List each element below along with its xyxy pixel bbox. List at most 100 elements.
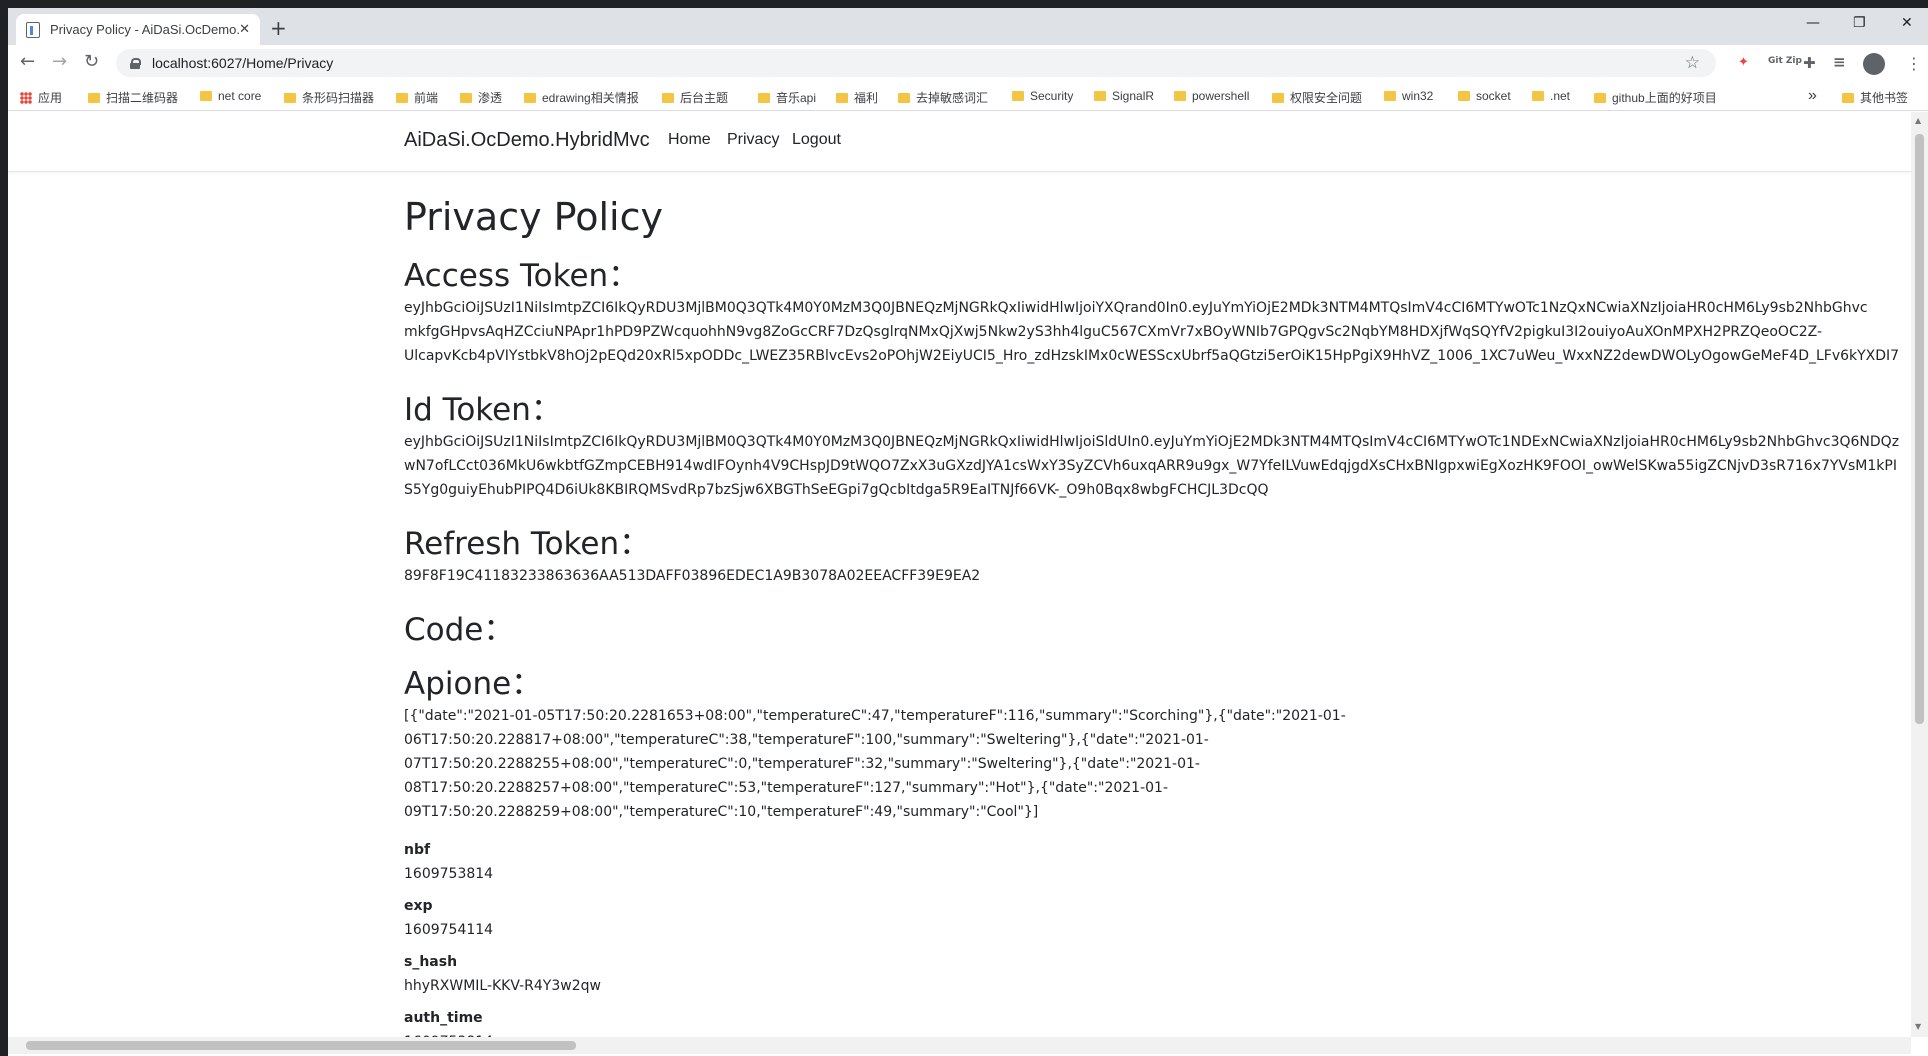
browser-toolbar: ← → ↻ localhost:6027/Home/Privacy ☆ ✦ Gi… (8, 45, 1928, 83)
url-text[interactable]: localhost:6027/Home/Privacy (152, 55, 333, 71)
vertical-scrollbar[interactable]: ▲ ▼ (1911, 112, 1928, 1037)
extension-icon[interactable]: ✦ (1738, 55, 1749, 70)
scroll-up-arrow-icon[interactable]: ▲ (1915, 116, 1921, 125)
tab-bar: Privacy Policy - AiDaSi.OcDemo.H ✕ + — ❐… (8, 8, 1928, 45)
refresh-token-heading: Refresh Token： (404, 526, 651, 562)
apps-grid-icon (20, 91, 32, 104)
git-zip-extension-icon[interactable]: Git Zip (1768, 57, 1802, 66)
bookmark-item[interactable]: 去掉敏感词汇 (898, 89, 988, 106)
tab-privacy-policy[interactable]: Privacy Policy - AiDaSi.OcDemo.H ✕ (16, 14, 260, 45)
close-window-button[interactable]: ✕ (1901, 16, 1913, 30)
folder-icon (1384, 91, 1396, 101)
folder-icon (1532, 91, 1544, 101)
puzzle-icon[interactable]: ✚ (1803, 54, 1816, 72)
id-token-heading: Id Token： (404, 392, 562, 428)
site-navbar: AiDaSi.OcDemo.HybridMvc Home Privacy Log… (8, 112, 1911, 172)
bookmark-item[interactable]: net core (200, 89, 261, 103)
bookmark-item[interactable]: edrawing相关情报 (524, 89, 639, 106)
horizontal-scroll-thumb[interactable] (26, 1041, 576, 1050)
bookmarks-bar: 应用 扫描二维码器 net core 条形码扫描器 前端 渗透 edrawing… (8, 83, 1928, 111)
page-viewport: AiDaSi.OcDemo.HybridMvc Home Privacy Log… (8, 112, 1911, 1037)
bookmark-item[interactable]: .net (1532, 89, 1570, 103)
bookmark-item[interactable]: Security (1012, 89, 1073, 103)
folder-icon (1842, 92, 1854, 103)
access-token-line: eyJhbGciOiJSUzI1NiIsImtpZCI6IkQyRDU3MjlB… (404, 300, 1868, 316)
address-bar[interactable]: localhost:6027/Home/Privacy ☆ (116, 49, 1716, 77)
folder-icon (1458, 91, 1470, 101)
claim-key-exp: exp (404, 898, 433, 914)
bookmark-item[interactable]: SignalR (1094, 89, 1154, 103)
folder-icon (836, 92, 848, 103)
nav-privacy-link[interactable]: Privacy (727, 131, 779, 149)
bookmark-item[interactable]: 前端 (396, 89, 438, 106)
folder-icon (524, 92, 536, 103)
folder-icon (284, 92, 296, 103)
forward-arrow-icon[interactable]: → (52, 53, 67, 71)
lock-icon[interactable] (130, 57, 141, 69)
apione-heading: Apione： (404, 666, 543, 702)
claim-key-auth-time: auth_time (404, 1010, 483, 1026)
id-token-line: S5Yg0guiyEhubPIPQ4D6iUk8KBIRQMSvdRp7bzSj… (404, 482, 1269, 498)
folder-icon (460, 92, 472, 103)
reload-icon[interactable]: ↻ (84, 53, 99, 71)
bookmark-item[interactable]: 音乐api (758, 89, 816, 106)
apione-json-line: 09T17:50:20.2288259+08:00","temperatureC… (404, 804, 1039, 820)
bookmarks-overflow-button[interactable]: » (1808, 87, 1817, 105)
profile-icon[interactable] (1863, 53, 1885, 75)
claim-value-exp: 1609754114 (404, 922, 494, 938)
nav-logout-link[interactable]: Logout (792, 131, 841, 149)
bookmark-item[interactable]: github上面的好项目 (1594, 89, 1717, 106)
id-token-line: wN7ofLCct036MkU6wkbtfGZmpCEBH914wdIFOynh… (404, 458, 1897, 474)
scroll-down-arrow-icon[interactable]: ▼ (1915, 1022, 1921, 1031)
minimize-button[interactable]: — (1806, 16, 1820, 30)
restore-button[interactable]: ❐ (1853, 16, 1866, 30)
apione-json-line: 07T17:50:20.2288255+08:00","temperatureC… (404, 756, 1200, 772)
back-arrow-icon[interactable]: ← (20, 53, 35, 71)
folder-icon (1594, 92, 1606, 103)
bookmark-item[interactable]: 渗透 (460, 89, 502, 106)
other-bookmarks[interactable]: 其他书签 (1842, 89, 1908, 106)
bookmark-item[interactable]: 权限安全问题 (1272, 89, 1362, 106)
claim-value-s-hash: hhyRXWMIL-KKV-R4Y3w2qw (404, 978, 601, 994)
claim-value-nbf: 1609753814 (404, 866, 494, 882)
folder-icon (88, 92, 100, 103)
horizontal-scrollbar[interactable] (8, 1037, 1911, 1054)
bookmark-item[interactable]: 福利 (836, 89, 878, 106)
folder-icon (1272, 92, 1284, 103)
folder-icon (1012, 91, 1024, 101)
refresh-token-value: 89F8F19C41183233863636AA513DAFF03896EDEC… (404, 568, 981, 584)
bookmark-item[interactable]: 后台主题 (662, 89, 728, 106)
star-icon[interactable]: ☆ (1685, 53, 1700, 73)
bookmark-item[interactable]: 条形码扫描器 (284, 89, 374, 106)
access-token-heading: Access Token： (404, 258, 640, 294)
folder-icon (200, 91, 212, 101)
bookmark-item[interactable]: 扫描二维码器 (88, 89, 178, 106)
folder-icon (758, 92, 770, 103)
new-tab-button[interactable]: + (270, 18, 287, 38)
tab-title: Privacy Policy - AiDaSi.OcDemo.H (49, 22, 240, 37)
claim-key-s-hash: s_hash (404, 954, 458, 970)
folder-icon (1174, 91, 1186, 101)
bookmark-apps[interactable]: 应用 (20, 89, 62, 106)
code-heading: Code： (404, 612, 515, 648)
folder-icon (1094, 91, 1106, 101)
playlist-icon[interactable]: ≡ (1833, 53, 1846, 71)
kebab-menu-icon[interactable]: ⋮ (1906, 54, 1922, 73)
apione-json-line: 08T17:50:20.2288257+08:00","temperatureC… (404, 780, 1168, 796)
tab-close-icon[interactable]: ✕ (239, 23, 250, 36)
bookmark-item[interactable]: powershell (1174, 89, 1249, 103)
bookmark-item[interactable]: win32 (1384, 89, 1433, 103)
nav-home-link[interactable]: Home (668, 131, 711, 149)
access-token-line: UlcapvKcb4pVIYstbkV8hOj2pEQd20xRl5xpODDc… (404, 348, 1900, 364)
vertical-scroll-thumb[interactable] (1915, 134, 1924, 724)
access-token-line: mkfgGHpvsAqHZCciuNPApr1hPD9PZWcquohhN9vg… (404, 324, 1823, 340)
folder-icon (662, 92, 674, 103)
page-favicon-icon (26, 21, 40, 38)
folder-icon (396, 92, 408, 103)
id-token-line: eyJhbGciOiJSUzI1NiIsImtpZCI6IkQyRDU3MjlB… (404, 434, 1900, 450)
site-brand-link[interactable]: AiDaSi.OcDemo.HybridMvc (404, 129, 650, 152)
page-title: Privacy Policy (404, 195, 663, 239)
claim-key-nbf: nbf (404, 842, 431, 858)
apione-json-line: 06T17:50:20.228817+08:00","temperatureC"… (404, 732, 1209, 748)
bookmark-item[interactable]: socket (1458, 89, 1511, 103)
